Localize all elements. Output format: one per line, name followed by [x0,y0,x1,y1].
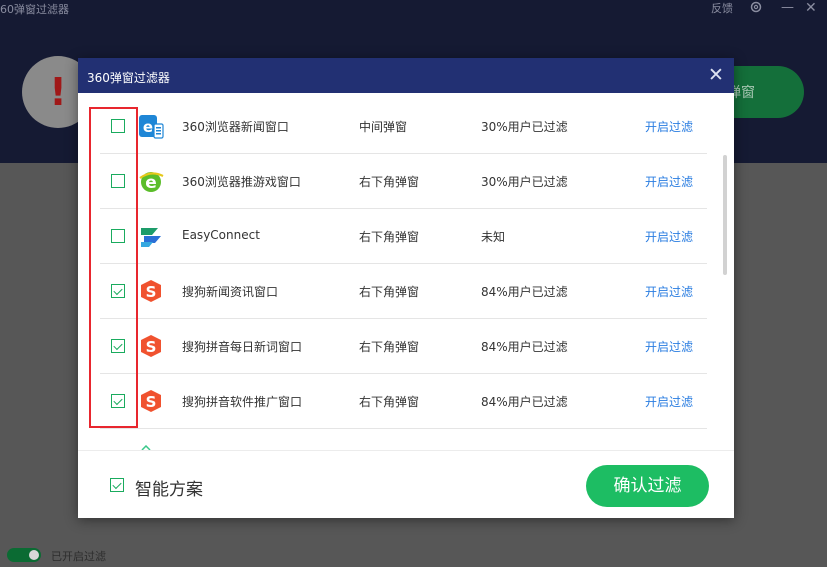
table-row: e 360浏览器推游戏窗口 右下角弹窗 30%用户已过滤 开启过滤 [100,154,707,209]
app-name: 搜狗拼音软件推广窗口 [182,395,303,409]
sogou-icon: S [141,280,161,302]
svg-text:S: S [146,283,157,301]
filter-stat: 30%用户已过滤 [481,120,568,134]
sogou-icon: S [141,335,161,357]
table-row: S 搜狗拼音软件推广窗口 右下角弹窗 84%用户已过滤 开启过滤 [100,374,707,429]
smart-plan-label: 智能方案 [135,480,203,500]
table-row: e 360浏览器新闻窗口 中间弹窗 30%用户已过滤 开启过滤 [100,99,707,154]
scrollbar-thumb[interactable] [723,155,727,275]
app-name: 搜狗新闻资讯窗口 [182,285,279,299]
svg-text:S: S [146,338,157,356]
table-row: S 搜狗新闻资讯窗口 右下角弹窗 84%用户已过滤 开启过滤 [100,264,707,319]
confirm-filter-button[interactable]: 确认过滤 [586,465,709,507]
filter-stat: 未知 [481,230,506,244]
feedback-link[interactable]: 反馈 [711,0,733,16]
row-checkbox[interactable] [111,229,125,243]
table-row: S 搜狗拼音每日新词窗口 右下角弹窗 84%用户已过滤 开启过滤 [100,319,707,374]
svg-text:e: e [145,173,157,193]
svg-text:e: e [143,118,153,136]
popup-type: 右下角弹窗 [359,175,420,189]
smart-plan-checkbox[interactable] [110,478,124,492]
background-app-title: 60弹窗过滤器 [0,3,69,16]
table-row: EasyConnect 右下角弹窗 未知 开启过滤 [100,209,707,264]
app-name: EasyConnect [182,228,260,242]
dialog-title: 360弹窗过滤器 [87,71,170,85]
filter-stat: 84%用户已过滤 [481,395,568,409]
row-checkbox[interactable] [111,174,125,188]
window-close-button[interactable]: ✕ [805,0,817,16]
popup-type: 中间弹窗 [359,120,408,134]
row-checkbox[interactable] [111,394,125,408]
footer-divider [78,450,734,451]
enable-filter-link[interactable]: 开启过滤 [645,118,693,135]
filter-stat: 30%用户已过滤 [481,175,568,189]
ie-browser-icon: e [139,115,164,139]
dialog-close-button[interactable]: ✕ [703,62,729,88]
360-browser-icon: e [139,172,164,193]
enable-filter-link[interactable]: 开启过滤 [645,173,693,190]
row-checkbox[interactable] [111,119,125,133]
sogou-icon: S [141,390,161,412]
row-checkbox[interactable] [111,339,125,353]
enable-filter-link[interactable]: 开启过滤 [645,393,693,410]
popup-filter-dialog: 360弹窗过滤器 ✕ e 360浏览器新闻窗口 中间弹窗 30%用户已过滤 开启… [78,58,734,518]
popup-type: 右下角弹窗 [359,395,420,409]
minimize-button[interactable]: — [781,0,794,15]
filter-toggle[interactable] [7,548,41,562]
filter-toggle-label: 已开启过滤 [51,550,106,563]
popup-type: 右下角弹窗 [359,340,420,354]
enable-filter-link[interactable]: 开启过滤 [645,338,693,355]
filter-stat: 84%用户已过滤 [481,285,568,299]
popup-type: 右下角弹窗 [359,285,420,299]
enable-filter-link[interactable]: 开启过滤 [645,228,693,245]
toggle-knob [29,550,39,560]
app-name: 360浏览器推游戏窗口 [182,175,301,189]
row-checkbox[interactable] [111,284,125,298]
easyconnect-icon [141,228,161,247]
gear-icon[interactable] [748,0,764,14]
app-name: 360浏览器新闻窗口 [182,120,289,134]
enable-filter-link[interactable]: 开启过滤 [645,283,693,300]
filter-stat: 84%用户已过滤 [481,340,568,354]
app-name: 搜狗拼音每日新词窗口 [182,340,303,354]
dialog-header: 360弹窗过滤器 ✕ [78,58,734,93]
svg-text:S: S [146,393,157,411]
popup-type: 右下角弹窗 [359,230,420,244]
